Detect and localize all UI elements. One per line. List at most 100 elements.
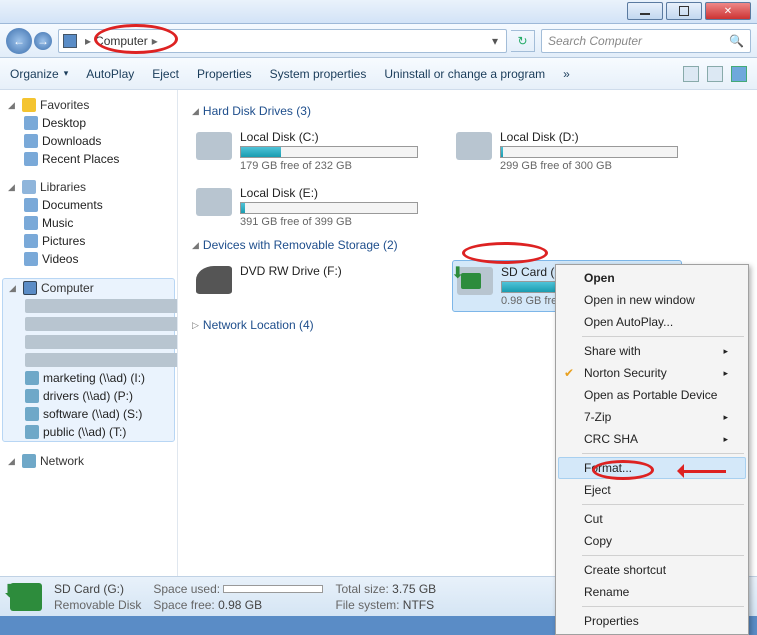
autoplay-button[interactable]: AutoPlay xyxy=(86,67,134,81)
drive-local-d[interactable]: Local Disk (D:) 299 GB free of 300 GB xyxy=(452,126,682,176)
toolbar-overflow[interactable]: » xyxy=(563,67,570,81)
address-bar[interactable]: ▸ Computer ▸ ▾ xyxy=(58,29,507,53)
sidebar-computer: ◢Computer Local Disk (C:) Local Disk (D:… xyxy=(2,278,175,442)
forward-button[interactable]: → xyxy=(34,32,52,50)
menu-item-norton[interactable]: ✔Norton Security▸ xyxy=(558,362,746,384)
menu-item-copy[interactable]: Copy xyxy=(558,530,746,552)
breadcrumb[interactable]: Computer xyxy=(95,34,148,48)
sidebar-item-pictures[interactable]: Pictures xyxy=(22,232,175,250)
drive-free-text: 299 GB free of 300 GB xyxy=(500,160,678,172)
usage-bar xyxy=(500,146,678,158)
network-icon xyxy=(22,454,36,468)
chevron-right-icon[interactable]: ▸ xyxy=(81,34,95,48)
sidebar-item-downloads[interactable]: Downloads xyxy=(22,132,175,150)
computer-icon xyxy=(23,281,37,295)
drive-label: DVD RW Drive (F:) xyxy=(240,264,418,278)
chevron-right-icon[interactable]: ▸ xyxy=(148,34,162,48)
drive-label: Local Disk (D:) xyxy=(500,130,678,144)
sidebar-group-header[interactable]: ◢Network xyxy=(2,452,175,470)
properties-button[interactable]: Properties xyxy=(197,67,252,81)
view-options-icon[interactable] xyxy=(683,66,699,82)
sd-icon xyxy=(25,353,178,367)
drive-icon xyxy=(25,335,178,349)
sidebar-group-header[interactable]: ◢Favorites xyxy=(2,96,175,114)
sidebar-item-recent[interactable]: Recent Places xyxy=(22,150,175,168)
menu-item-rename[interactable]: Rename xyxy=(558,581,746,603)
navigation-pane: ◢Favorites Desktop Downloads Recent Plac… xyxy=(0,90,178,576)
menu-item-cut[interactable]: Cut xyxy=(558,508,746,530)
menu-item-crc-sha[interactable]: CRC SHA▸ xyxy=(558,428,746,450)
hdd-icon xyxy=(456,132,492,160)
menu-separator xyxy=(582,606,744,607)
drive-local-c[interactable]: Local Disk (C:) 179 GB free of 232 GB xyxy=(192,126,422,176)
menu-item-open-autoplay[interactable]: Open AutoPlay... xyxy=(558,311,746,333)
close-button[interactable]: ✕ xyxy=(705,2,751,20)
organize-menu[interactable]: Organize xyxy=(10,67,68,81)
drive-label: Local Disk (C:) xyxy=(240,130,418,144)
search-icon: 🔍 xyxy=(729,34,744,48)
uninstall-button[interactable]: Uninstall or change a program xyxy=(384,67,545,81)
sidebar-item-network-drive[interactable]: marketing (\\ad) (I:) xyxy=(23,369,174,387)
command-bar: Organize AutoPlay Eject Properties Syste… xyxy=(0,58,757,90)
menu-item-open[interactable]: Open xyxy=(558,267,746,289)
hdd-icon xyxy=(196,132,232,160)
sidebar-item-videos[interactable]: Videos xyxy=(22,250,175,268)
annotation-arrow xyxy=(670,466,730,476)
drive-free-text: 391 GB free of 399 GB xyxy=(240,216,418,228)
minimize-button[interactable] xyxy=(627,2,663,20)
music-icon xyxy=(24,216,38,230)
downloads-icon xyxy=(24,134,38,148)
usage-bar xyxy=(240,146,418,158)
sidebar-item-local-disk-e[interactable]: Local Disk (E:) xyxy=(23,333,174,351)
refresh-button[interactable]: ↻ xyxy=(511,30,535,52)
system-properties-button[interactable]: System properties xyxy=(270,67,367,81)
star-icon xyxy=(22,98,36,112)
drive-local-e[interactable]: Local Disk (E:) 391 GB free of 399 GB xyxy=(192,182,422,232)
menu-item-share-with[interactable]: Share with▸ xyxy=(558,340,746,362)
sidebar-item-local-disk-d[interactable]: Local Disk (D:) xyxy=(23,315,174,333)
sidebar-item-documents[interactable]: Documents xyxy=(22,196,175,214)
help-icon[interactable] xyxy=(731,66,747,82)
sidebar-item-music[interactable]: Music xyxy=(22,214,175,232)
drive-icon xyxy=(25,299,178,313)
sidebar-group-header[interactable]: ◢Computer xyxy=(3,279,174,297)
menu-item-properties[interactable]: Properties xyxy=(558,610,746,632)
submenu-arrow-icon: ▸ xyxy=(723,368,728,379)
network-drive-icon xyxy=(25,425,39,439)
menu-item-create-shortcut[interactable]: Create shortcut xyxy=(558,559,746,581)
window-titlebar: ✕ xyxy=(0,0,757,24)
drive-dvd[interactable]: DVD RW Drive (F:) xyxy=(192,260,422,312)
maximize-button[interactable] xyxy=(666,2,702,20)
sidebar-item-network-drive[interactable]: drivers (\\ad) (P:) xyxy=(23,387,174,405)
sidebar-item-network-drive[interactable]: software (\\ad) (S:) xyxy=(23,405,174,423)
document-icon xyxy=(24,198,38,212)
sidebar-favorites: ◢Favorites Desktop Downloads Recent Plac… xyxy=(2,96,175,168)
sidebar-item-desktop[interactable]: Desktop xyxy=(22,114,175,132)
address-dropdown-icon[interactable]: ▾ xyxy=(488,34,502,48)
libraries-icon xyxy=(22,180,36,194)
sidebar-item-sd-card[interactable]: SD Card (G:) xyxy=(23,351,174,369)
submenu-arrow-icon: ▸ xyxy=(723,412,728,423)
menu-item-portable-device[interactable]: Open as Portable Device xyxy=(558,384,746,406)
search-input[interactable]: Search Computer 🔍 xyxy=(541,29,751,53)
videos-icon xyxy=(24,252,38,266)
sd-card-icon xyxy=(457,267,493,295)
network-drive-icon xyxy=(25,407,39,421)
eject-button[interactable]: Eject xyxy=(152,67,179,81)
menu-item-7zip[interactable]: 7-Zip▸ xyxy=(558,406,746,428)
preview-pane-icon[interactable] xyxy=(707,66,723,82)
status-drive-name: SD Card (G:) xyxy=(54,582,141,596)
section-hard-disk-drives[interactable]: ◢Hard Disk Drives (3) xyxy=(192,104,743,118)
menu-separator xyxy=(582,555,744,556)
sidebar-group-header[interactable]: ◢Libraries xyxy=(2,178,175,196)
sidebar-item-local-disk-c[interactable]: Local Disk (C:) xyxy=(23,297,174,315)
menu-item-open-new-window[interactable]: Open in new window xyxy=(558,289,746,311)
section-removable-storage[interactable]: ◢Devices with Removable Storage (2) xyxy=(192,238,743,252)
network-drive-icon xyxy=(25,371,39,385)
sidebar-item-network-drive[interactable]: public (\\ad) (T:) xyxy=(23,423,174,441)
submenu-arrow-icon: ▸ xyxy=(723,346,728,357)
submenu-arrow-icon: ▸ xyxy=(723,434,728,445)
sidebar-network: ◢Network xyxy=(2,452,175,470)
back-button[interactable]: ← xyxy=(6,28,32,54)
menu-item-eject[interactable]: Eject xyxy=(558,479,746,501)
